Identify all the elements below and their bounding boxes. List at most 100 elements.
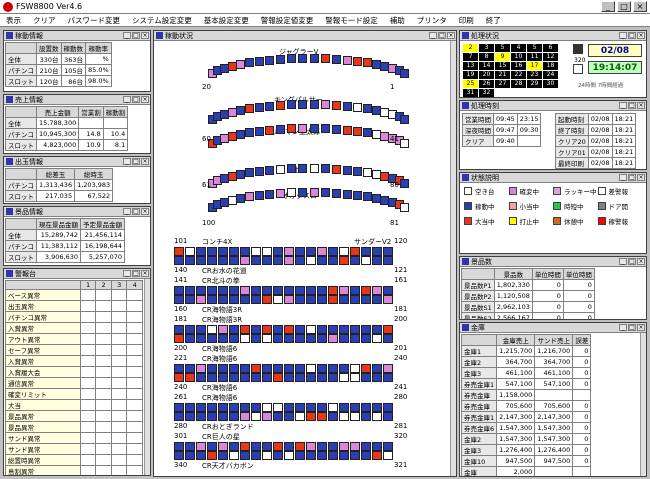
- machine-cell[interactable]: [207, 451, 217, 460]
- machine-cell[interactable]: [328, 412, 338, 421]
- machine-cell[interactable]: [229, 286, 239, 295]
- machine-cell[interactable]: [298, 100, 308, 110]
- machine-cell[interactable]: [320, 100, 330, 110]
- machine-cell[interactable]: [306, 451, 316, 460]
- alarm-row[interactable]: 景品異常: [5, 421, 143, 433]
- machine-cell[interactable]: [361, 334, 371, 343]
- scrollbar[interactable]: [144, 279, 150, 475]
- status-checkbox[interactable]: [573, 64, 583, 74]
- machine-cell[interactable]: [276, 164, 286, 174]
- machine-cell[interactable]: [350, 286, 360, 295]
- alarm-row[interactable]: 通信異常: [5, 377, 143, 389]
- machine-cell[interactable]: [229, 256, 239, 265]
- machine-cell[interactable]: [218, 412, 228, 421]
- machine-cell[interactable]: [174, 256, 184, 265]
- machine-cell[interactable]: [196, 295, 206, 304]
- machine-cell[interactable]: [383, 325, 393, 334]
- machine-cell[interactable]: [284, 451, 294, 460]
- machine-cell[interactable]: [174, 334, 184, 343]
- machine-cell[interactable]: [185, 247, 195, 256]
- machine-cell[interactable]: [317, 325, 327, 334]
- machine-cell[interactable]: [295, 247, 305, 256]
- machine-cell[interactable]: [273, 451, 283, 460]
- machine-cell[interactable]: [383, 256, 393, 265]
- machine-cell[interactable]: [372, 364, 382, 373]
- machine-cell[interactable]: [265, 101, 275, 111]
- machine-cell[interactable]: [265, 189, 275, 199]
- machine-cell[interactable]: [339, 364, 349, 373]
- machine-cell[interactable]: [185, 442, 195, 451]
- alarm-row[interactable]: 確変リミット: [5, 388, 143, 400]
- minimize-button[interactable]: _: [601, 1, 615, 12]
- alarm-row[interactable]: サンド異常: [5, 443, 143, 455]
- machine-cell[interactable]: [372, 325, 382, 334]
- machine-cell[interactable]: [383, 295, 393, 304]
- machine-cell[interactable]: [306, 295, 316, 304]
- machine-cell[interactable]: [174, 325, 184, 334]
- machine-cell[interactable]: [287, 54, 297, 64]
- machine-cell[interactable]: [207, 247, 217, 256]
- machine-cell[interactable]: [207, 373, 217, 382]
- machine-cell[interactable]: [339, 334, 349, 343]
- machine-cell[interactable]: [196, 364, 206, 373]
- machine-cell[interactable]: [284, 256, 294, 265]
- alarm-row[interactable]: セーフ異常: [5, 344, 143, 356]
- machine-cell[interactable]: [372, 442, 382, 451]
- machine-cell[interactable]: [400, 68, 410, 78]
- alarm-row[interactable]: アウト異常: [5, 333, 143, 345]
- machine-cell[interactable]: [251, 286, 261, 295]
- machine-cell[interactable]: [306, 256, 316, 265]
- machine-cell[interactable]: [362, 168, 372, 178]
- machine-cell[interactable]: [262, 403, 272, 412]
- machine-cell[interactable]: [229, 412, 239, 421]
- machine-cell[interactable]: [284, 247, 294, 256]
- machine-cell[interactable]: [331, 164, 341, 174]
- machine-cell[interactable]: [262, 295, 272, 304]
- machine-cell[interactable]: [254, 190, 264, 200]
- machine-cell[interactable]: [317, 286, 327, 295]
- machine-cell[interactable]: [185, 295, 195, 304]
- machine-cell[interactable]: [350, 256, 360, 265]
- machine-cell[interactable]: [328, 334, 338, 343]
- machine-cell[interactable]: [174, 364, 184, 373]
- machine-cell[interactable]: [229, 247, 239, 256]
- machine-cell[interactable]: [317, 373, 327, 382]
- machine-cell[interactable]: [287, 100, 297, 110]
- machine-cell[interactable]: [328, 364, 338, 373]
- machine-cell[interactable]: [185, 373, 195, 382]
- machine-cell[interactable]: [350, 325, 360, 334]
- machine-cell[interactable]: [295, 334, 305, 343]
- alarm-row[interactable]: 入賞異常: [5, 322, 143, 334]
- machine-cell[interactable]: [361, 247, 371, 256]
- machine-cell[interactable]: [362, 192, 372, 202]
- machine-cell[interactable]: [339, 286, 349, 295]
- machine-cell[interactable]: [295, 286, 305, 295]
- machine-cell[interactable]: [254, 166, 264, 176]
- machine-cell[interactable]: [284, 403, 294, 412]
- machine-cell[interactable]: [185, 286, 195, 295]
- machine-cell[interactable]: [306, 373, 316, 382]
- machine-cell[interactable]: [298, 188, 308, 198]
- machine-cell[interactable]: [273, 403, 283, 412]
- machine-cell[interactable]: [361, 451, 371, 460]
- machine-cell[interactable]: [262, 442, 272, 451]
- machine-cell[interactable]: [185, 334, 195, 343]
- machine-cell[interactable]: [251, 325, 261, 334]
- machine-cell[interactable]: [328, 256, 338, 265]
- machine-cell[interactable]: [262, 373, 272, 382]
- machine-cell[interactable]: [262, 247, 272, 256]
- machine-cell[interactable]: [236, 194, 246, 204]
- machine-cell[interactable]: [174, 286, 184, 295]
- machine-cell[interactable]: [245, 104, 255, 114]
- alarm-row[interactable]: 総置時異常: [5, 454, 143, 466]
- machine-cell[interactable]: [284, 286, 294, 295]
- machine-cell[interactable]: [218, 403, 228, 412]
- machine-cell[interactable]: [350, 442, 360, 451]
- machine-cell[interactable]: [342, 165, 352, 175]
- alarm-row[interactable]: 入賞履大会: [5, 366, 143, 378]
- machine-cell[interactable]: [196, 286, 206, 295]
- machine-cell[interactable]: [236, 60, 246, 70]
- machine-cell[interactable]: [207, 412, 217, 421]
- machine-cell[interactable]: [309, 54, 319, 64]
- machine-cell[interactable]: [251, 334, 261, 343]
